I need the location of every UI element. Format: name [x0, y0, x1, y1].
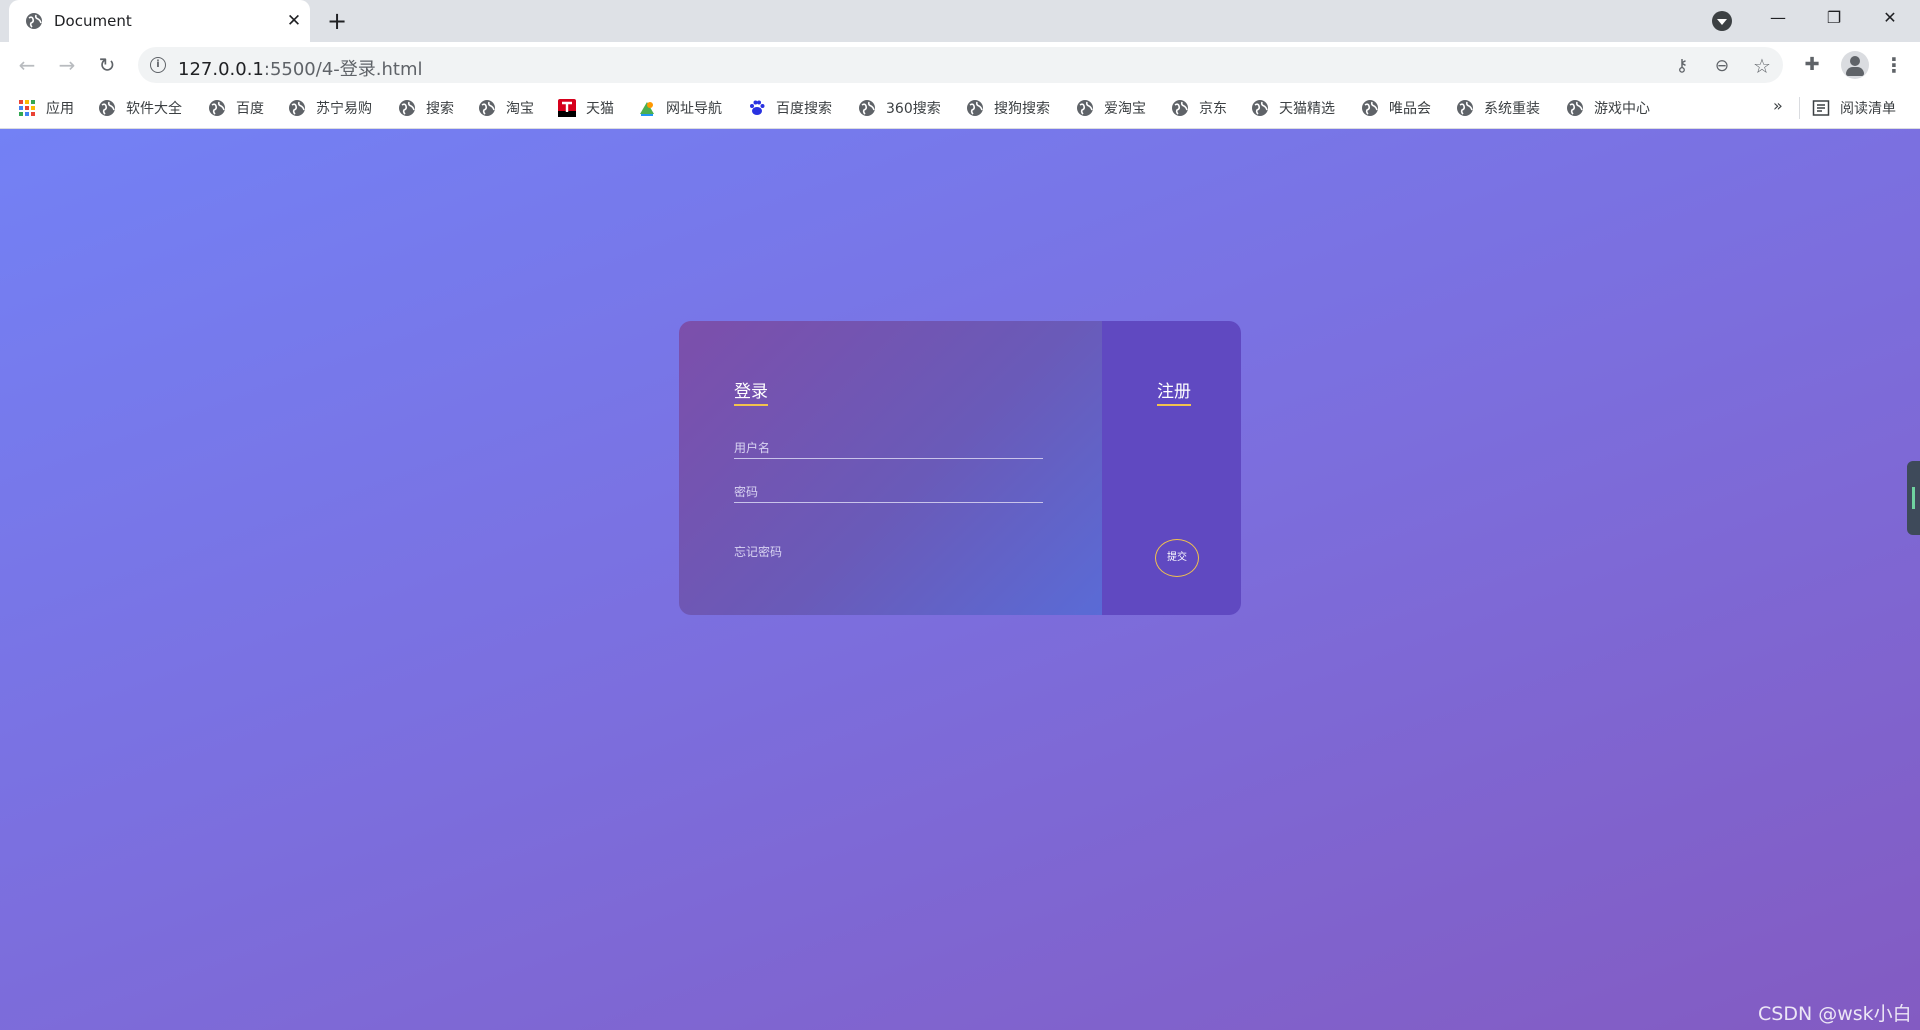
globe-icon	[1457, 100, 1473, 116]
profile-avatar-icon[interactable]	[1841, 51, 1869, 79]
bookmark-item[interactable]: 天猫精选	[1251, 88, 1335, 128]
bookmark-item[interactable]: 搜狗搜索	[966, 88, 1050, 128]
page-viewport: 登录 忘记密码 注册 提交 CSDN @wsk小白	[0, 129, 1920, 1030]
apps-grid-icon	[19, 100, 35, 116]
forward-button[interactable]: →	[53, 51, 81, 79]
bookmark-item[interactable]: 百度	[208, 88, 264, 128]
browser-toolbar: ← → ↻ i 127.0.0.1:5500/4-登录.html ⚷ ⊖ ☆ ✚…	[0, 42, 1920, 88]
extensions-puzzle-icon[interactable]: ✚	[1800, 53, 1824, 77]
globe-icon	[26, 13, 42, 29]
bookmark-item[interactable]: 360搜索	[858, 88, 941, 128]
bookmarks-bar: 应用 软件大全 百度 苏宁易购 搜索 淘宝 天猫 网址导航 百度搜索 360搜索…	[0, 88, 1920, 129]
globe-icon	[399, 100, 415, 116]
globe-icon	[859, 100, 875, 116]
address-bar[interactable]: i 127.0.0.1:5500/4-登录.html ⚷ ⊖ ☆	[138, 47, 1783, 83]
bookmark-item[interactable]: 淘宝	[478, 88, 534, 128]
url-path: :5500/4-登录.html	[263, 59, 423, 80]
bookmark-label: 应用	[46, 101, 74, 117]
zoom-out-icon[interactable]: ⊖	[1711, 55, 1733, 77]
register-panel: 注册 提交	[1102, 321, 1241, 615]
tmall-icon	[558, 99, 576, 117]
bookmark-label: 苏宁易购	[316, 101, 372, 117]
bookmark-item[interactable]: 百度搜索	[748, 88, 832, 128]
bookmark-item[interactable]: 游戏中心	[1566, 88, 1650, 128]
site-info-icon[interactable]: i	[150, 57, 166, 73]
url-host: 127.0.0.1	[178, 59, 264, 80]
more-menu-icon[interactable]: ⋮	[1882, 53, 1906, 77]
bookmark-apps[interactable]: 应用	[18, 88, 74, 128]
minimize-button[interactable]: —	[1750, 0, 1806, 36]
bookmark-item[interactable]: 系统重装	[1456, 88, 1540, 128]
watermark: CSDN @wsk小白	[1758, 1003, 1912, 1025]
bookmark-label: 爱淘宝	[1104, 101, 1146, 117]
side-widget-handle[interactable]	[1907, 461, 1920, 535]
globe-icon	[99, 100, 115, 116]
bookmark-label: 网址导航	[666, 101, 722, 117]
tab-strip: Document ✕ + — ❐ ✕	[0, 0, 1920, 42]
nav-site-icon	[640, 102, 654, 116]
bookmark-item[interactable]: 苏宁易购	[288, 88, 372, 128]
reload-button[interactable]: ↻	[93, 51, 121, 79]
window-close-button[interactable]: ✕	[1862, 0, 1918, 36]
bookmark-item[interactable]: 京东	[1171, 88, 1227, 128]
globe-icon	[209, 100, 225, 116]
url-text[interactable]: 127.0.0.1:5500/4-登录.html	[178, 55, 423, 81]
bookmark-label: 系统重装	[1484, 101, 1540, 117]
bookmark-label: 百度	[236, 101, 264, 117]
forgot-password-link[interactable]: 忘记密码	[734, 543, 782, 560]
tab-document[interactable]: Document ✕	[9, 0, 310, 42]
tab-search-icon[interactable]	[1712, 11, 1732, 31]
globe-icon	[1362, 100, 1378, 116]
baidu-paw-icon	[750, 100, 765, 115]
globe-icon	[1077, 100, 1093, 116]
password-input[interactable]	[734, 481, 1043, 503]
bookmark-label: 京东	[1199, 101, 1227, 117]
globe-icon	[1567, 100, 1583, 116]
bookmark-label: 软件大全	[126, 101, 182, 117]
bookmark-label: 360搜索	[886, 101, 941, 117]
globe-icon	[289, 100, 305, 116]
globe-icon	[1252, 100, 1268, 116]
key-icon[interactable]: ⚷	[1671, 55, 1693, 77]
globe-icon	[967, 100, 983, 116]
login-panel: 登录 忘记密码	[679, 321, 1102, 615]
reading-list-label: 阅读清单	[1840, 101, 1896, 117]
bookmark-item[interactable]: 唯品会	[1361, 88, 1431, 128]
bookmark-label: 天猫	[586, 101, 614, 117]
bookmark-item[interactable]: 天猫	[558, 88, 614, 128]
more-bookmarks-icon[interactable]: »	[1773, 96, 1783, 115]
reading-list-button[interactable]: 阅读清单	[1812, 88, 1896, 128]
register-tab[interactable]: 注册	[1157, 377, 1191, 406]
bookmark-label: 唯品会	[1389, 101, 1431, 117]
bookmark-label: 百度搜索	[776, 101, 832, 117]
bookmark-label: 淘宝	[506, 101, 534, 117]
close-tab-icon[interactable]: ✕	[284, 11, 304, 31]
bookmark-item[interactable]: 软件大全	[98, 88, 182, 128]
submit-button[interactable]: 提交	[1155, 539, 1199, 577]
restore-button[interactable]: ❐	[1806, 0, 1862, 36]
bookmark-label: 搜狗搜索	[994, 101, 1050, 117]
login-title[interactable]: 登录	[734, 377, 768, 406]
username-input[interactable]	[734, 437, 1043, 459]
bookmark-item[interactable]: 爱淘宝	[1076, 88, 1146, 128]
bookmark-item[interactable]: 搜索	[398, 88, 454, 128]
bookmark-label: 搜索	[426, 101, 454, 117]
bookmark-label: 天猫精选	[1279, 101, 1335, 117]
bookmark-star-icon[interactable]: ☆	[1751, 55, 1773, 77]
back-button[interactable]: ←	[13, 51, 41, 79]
globe-icon	[1172, 100, 1188, 116]
tab-title: Document	[54, 12, 132, 30]
reading-list-icon	[1812, 100, 1830, 116]
bookmark-item[interactable]: 网址导航	[638, 88, 722, 128]
new-tab-button[interactable]: +	[324, 9, 350, 35]
bookmarks-divider	[1799, 97, 1800, 119]
bookmark-label: 游戏中心	[1594, 101, 1650, 117]
globe-icon	[479, 100, 495, 116]
login-card: 登录 忘记密码 注册 提交	[679, 321, 1241, 615]
